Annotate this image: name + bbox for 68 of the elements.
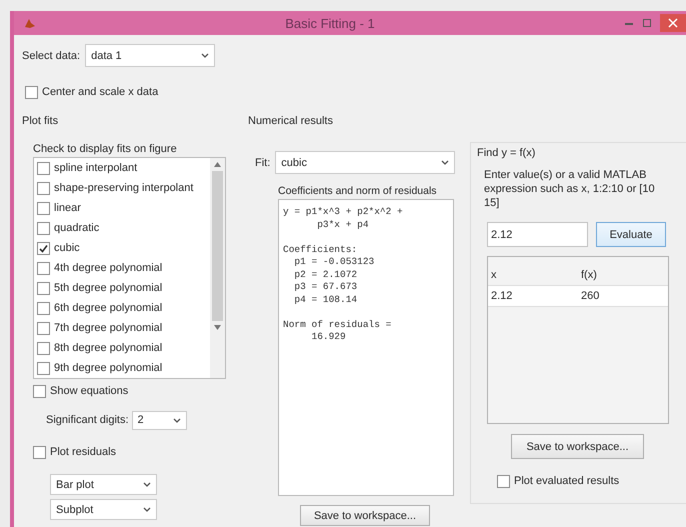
- checkbox-label: 5th degree polynomial: [54, 282, 162, 294]
- checkbox-label: 6th degree polynomial: [54, 302, 162, 314]
- checkbox-label: shape-preserving interpolant: [54, 182, 194, 194]
- caret-icon: [441, 160, 450, 165]
- app-icon: [24, 17, 36, 29]
- scroll-down-icon: [214, 325, 221, 330]
- panel-title: Find y = f(x): [477, 147, 536, 160]
- window-title: Basic Fitting - 1: [284, 16, 376, 30]
- section-title: Plot fits: [22, 114, 60, 128]
- plot-type-dropdown[interactable]: Bar plot: [50, 474, 157, 495]
- checkbox-label: Plot evaluated results: [514, 475, 620, 487]
- checkbox[interactable]: [37, 222, 50, 234]
- checkbox-label: Plot residuals: [50, 446, 116, 458]
- caret-icon: [143, 482, 151, 487]
- checkbox[interactable]: [37, 202, 50, 214]
- checkbox[interactable]: [37, 302, 50, 314]
- checkbox[interactable]: [37, 262, 50, 274]
- caret-icon: [172, 418, 181, 422]
- list-caption: Check to display fits on figure: [33, 142, 178, 156]
- checkbox[interactable]: [37, 282, 50, 294]
- checkbox[interactable]: [497, 474, 510, 488]
- field-label: Select data:: [22, 50, 80, 62]
- checkmark-icon: [39, 244, 48, 252]
- checkbox-label: 7th degree polynomial: [54, 322, 162, 334]
- table-cell-text: 260: [580, 290, 600, 302]
- checkbox-label: Show equations: [50, 385, 128, 397]
- scrollbar[interactable]: [210, 158, 225, 378]
- checkbox[interactable]: [37, 362, 50, 374]
- group-title: Coefficients and norm of residuals: [278, 184, 438, 199]
- checkbox-label: 9th degree polynomial: [54, 362, 162, 374]
- input-field[interactable]: 2.12: [487, 222, 588, 247]
- field-label: Significant digits:: [46, 414, 129, 426]
- scroll-up-icon: [214, 162, 221, 167]
- data-dropdown[interactable]: data 1: [85, 44, 216, 67]
- close-button[interactable]: [660, 14, 686, 32]
- checkbox[interactable]: [37, 162, 50, 174]
- field-label: Fit:: [255, 156, 270, 168]
- evaluate-button[interactable]: Evaluate: [596, 222, 666, 247]
- checkbox[interactable]: [25, 86, 38, 98]
- results-text: y = p1*x^3 + p2*x^2 + p3*x + p4 Coefficients: p1 = -0.053123 p2 = 2.1072 p3 = 67.673 p4 = 108.14 Norm of residuals = 16.929: [283, 206, 404, 344]
- caret-icon: [143, 507, 151, 512]
- save-button[interactable]: Save to workspace...: [300, 505, 430, 526]
- plot-location-dropdown[interactable]: Subplot: [50, 499, 157, 520]
- column-header: x: [490, 269, 498, 281]
- checkbox-label: spline interpolant: [54, 162, 138, 174]
- checkbox[interactable]: [37, 322, 50, 334]
- checkbox-label: 8th degree polynomial: [54, 342, 162, 354]
- digits-dropdown[interactable]: 2: [132, 410, 187, 430]
- table-cell-text: 2.12: [490, 290, 514, 302]
- checkbox[interactable]: [33, 384, 46, 398]
- close-icon: [668, 18, 678, 28]
- checkbox-label: 4th degree polynomial: [54, 262, 162, 274]
- maximize-icon: [642, 18, 652, 28]
- checkbox[interactable]: [37, 182, 50, 194]
- instructions-text: Enter value(s) or a valid MATLAB expression such as x, 1:2:10 or [10 15]: [484, 168, 656, 210]
- checkbox[interactable]: [37, 242, 50, 254]
- checkbox[interactable]: [33, 446, 46, 458]
- checkbox-label: cubic: [54, 242, 80, 254]
- checkbox[interactable]: [37, 342, 50, 354]
- save-button[interactable]: Save to workspace...: [511, 434, 644, 459]
- section-title: Numerical results: [247, 114, 334, 128]
- checkbox-label: Center and scale x data: [42, 86, 158, 98]
- column-header: f(x): [580, 269, 598, 281]
- checkbox-label: quadratic: [54, 222, 100, 234]
- scroll-thumb[interactable]: [212, 171, 223, 321]
- caret-icon: [201, 53, 210, 58]
- checkbox-label: linear: [54, 202, 81, 214]
- fit-dropdown[interactable]: cubic: [275, 151, 456, 174]
